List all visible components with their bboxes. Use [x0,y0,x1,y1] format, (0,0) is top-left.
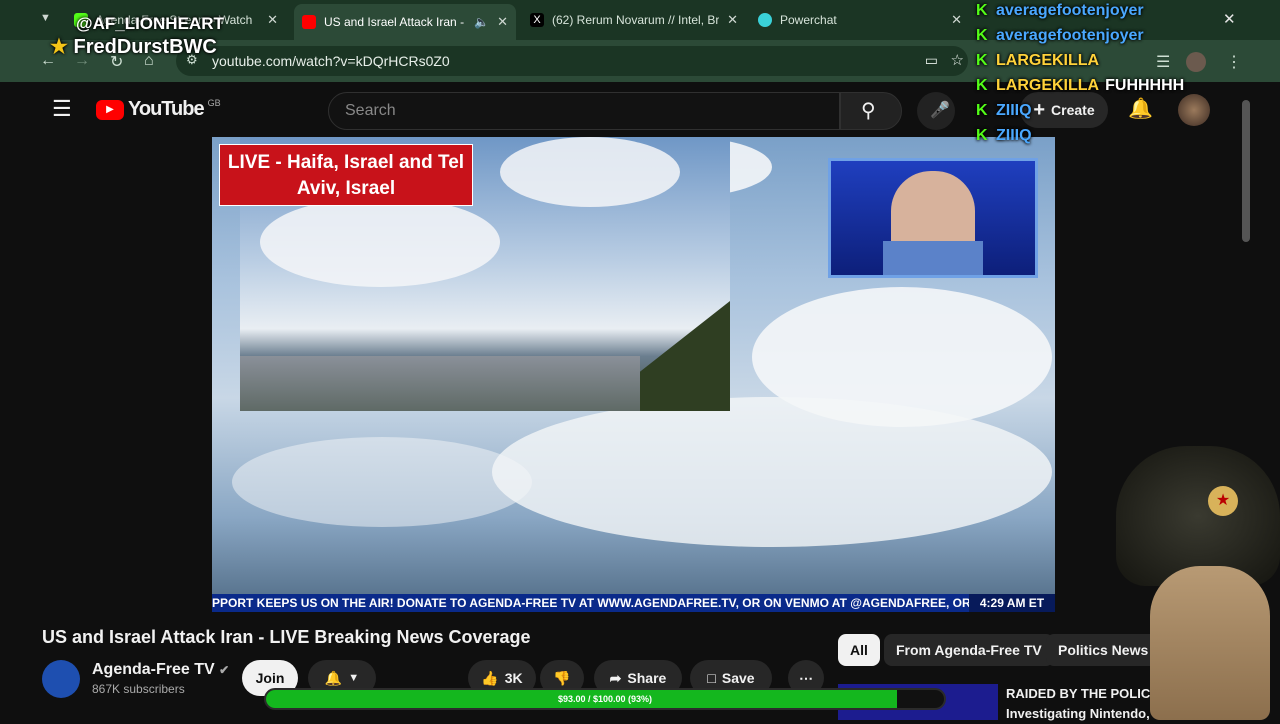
streamer-avatar-overlay: ★ [1116,446,1280,720]
live-location-caption: LIVE - Haifa, Israel and Tel Aviv, Israe… [219,144,473,206]
kick-icon: K [976,76,988,94]
chat-user: ZIIIQ [996,101,1032,119]
tab-label: (62) Rerum Novarum // Intel, Br [552,13,720,27]
chip-all[interactable]: All [838,634,880,666]
hamburger-menu-icon[interactable]: ☰ [52,96,72,122]
voice-search-button[interactable]: 🎤 [917,92,955,130]
address-bar[interactable]: ⚙ youtube.com/watch?v=kDQrHCRs0Z0 ▭ ☆ [176,46,968,76]
scrollbar-thumb[interactable] [1242,100,1250,242]
video-title: US and Israel Attack Iran - LIVE Breakin… [42,627,531,647]
chat-user: ZIIIQ [996,126,1032,144]
chat-message: K ZIIIQ [976,123,1226,148]
more-horizontal-icon: ⋯ [799,669,813,686]
chat-user: averagefootenjoyer [996,26,1144,44]
tab-youtube-video[interactable]: US and Israel Attack Iran - LIVE 🔈 ✕ [294,4,516,40]
bookmark-icon: □ [707,670,716,686]
donation-goal-bar: $93.00 / $100.00 (93%) [264,688,946,710]
youtube-logo[interactable]: ▶ YouTube GB [96,98,221,121]
youtube-wordmark: YouTube [128,98,205,120]
cloud-shape [492,397,1052,547]
hat-badge-icon: ★ [1208,486,1238,516]
ticker-text: PPORT KEEPS US ON THE AIR! DONATE TO AGE… [212,596,994,610]
close-tab-icon[interactable]: ✕ [267,12,278,28]
overlay-top-name: @AF_LIONHEART [76,14,224,33]
search-button[interactable]: ⚲ [840,92,902,130]
overlay-top-name: ★ FredDurstBWC [50,34,217,59]
chat-message: K LARGEKILLA FUHHHHH [976,73,1226,98]
bell-icon: 🔔 [324,669,343,686]
chevron-down-icon: ▼ [348,672,360,684]
url-text: youtube.com/watch?v=kDQrHCRs0Z0 [212,53,450,69]
tab-x-rerum-novarum[interactable]: X (62) Rerum Novarum // Intel, Br ✕ [522,6,746,34]
chat-user: LARGEKILLA [996,51,1100,69]
kick-icon: K [976,26,988,44]
donation-goal-text: $93.00 / $100.00 (93%) [557,694,653,704]
presenter-camera-feed [828,158,1038,278]
video-player[interactable]: LIVE - Haifa, Israel and Tel Aviv, Israe… [212,137,1055,612]
cloud-shape [500,137,680,207]
overlay-name-text: FredDurstBWC [73,36,217,58]
install-app-icon[interactable]: ▭ [925,52,938,69]
x-icon: X [530,13,544,27]
kick-icon: K [976,51,988,69]
channel-name-text: Agenda-Free TV [92,661,215,678]
verified-check-icon: ✔ [219,663,230,677]
star-icon: ★ [50,36,68,58]
stream-chat-overlay: Kaveragefootenjoyer Kaveragefootenjoyer … [976,0,1226,148]
join-label: Join [255,670,285,686]
kick-icon: K [976,1,988,19]
ticker-time: 4:29 AM ET [969,594,1055,612]
youtube-icon [302,15,316,29]
chat-text: FUHHHHH [1105,76,1185,94]
chip-from-channel[interactable]: From Agenda-Free TV [884,634,1054,666]
face-shape [1150,566,1270,720]
kick-icon: K [976,101,988,119]
microphone-icon: 🎤 [930,102,950,119]
close-tab-icon[interactable]: ✕ [727,12,738,28]
search-placeholder: Search [345,102,396,119]
region-code: GB [207,98,221,108]
speaker-icon[interactable]: 🔈 [474,15,489,29]
powerchat-icon [758,13,772,27]
chat-message: Kaveragefootenjoyer [976,23,1226,48]
chat-user: averagefootenjoyer [996,1,1144,19]
close-tab-icon[interactable]: ✕ [497,14,508,30]
like-count: 3K [504,670,523,686]
tab-powerchat[interactable]: Powerchat ✕ [750,6,970,34]
channel-name[interactable]: Agenda-Free TV ✔ [92,661,229,679]
city-skyline-shape [240,356,640,411]
cloud-shape [260,197,500,287]
chat-user: LARGEKILLA [996,76,1100,94]
share-icon: ➦ [609,669,622,686]
browser-menu-icon[interactable]: ⋮ [1226,52,1242,72]
fur-hat-shape [1116,446,1280,586]
chat-message: K ZIIIQ [976,98,1226,123]
news-ticker: PPORT KEEPS US ON THE AIR! DONATE TO AGE… [212,594,1055,612]
search-icon: ⚲ [861,100,876,122]
save-label: Save [721,670,755,686]
search-input[interactable]: Search [328,92,840,130]
chat-message: K LARGEKILLA [976,48,1226,73]
bookmark-star-icon[interactable]: ☆ [951,51,964,69]
channel-avatar[interactable] [42,660,80,698]
tab-label: US and Israel Attack Iran - LIVE [324,15,466,29]
subscriber-count: 867K subscribers [92,682,185,696]
presenter-shirt [883,241,983,275]
tab-label: Powerchat [780,13,837,27]
kick-icon: K [976,126,988,144]
thumbs-down-icon: 👎 [553,669,571,686]
thumbs-up-icon: 👍 [481,669,499,686]
cloud-shape [232,437,532,527]
close-tab-icon[interactable]: ✕ [951,12,962,28]
tab-list-chevron-icon[interactable]: ▼ [40,12,51,24]
youtube-play-icon: ▶ [96,99,124,120]
chat-message: Kaveragefootenjoyer [976,0,1226,23]
share-label: Share [627,670,667,686]
